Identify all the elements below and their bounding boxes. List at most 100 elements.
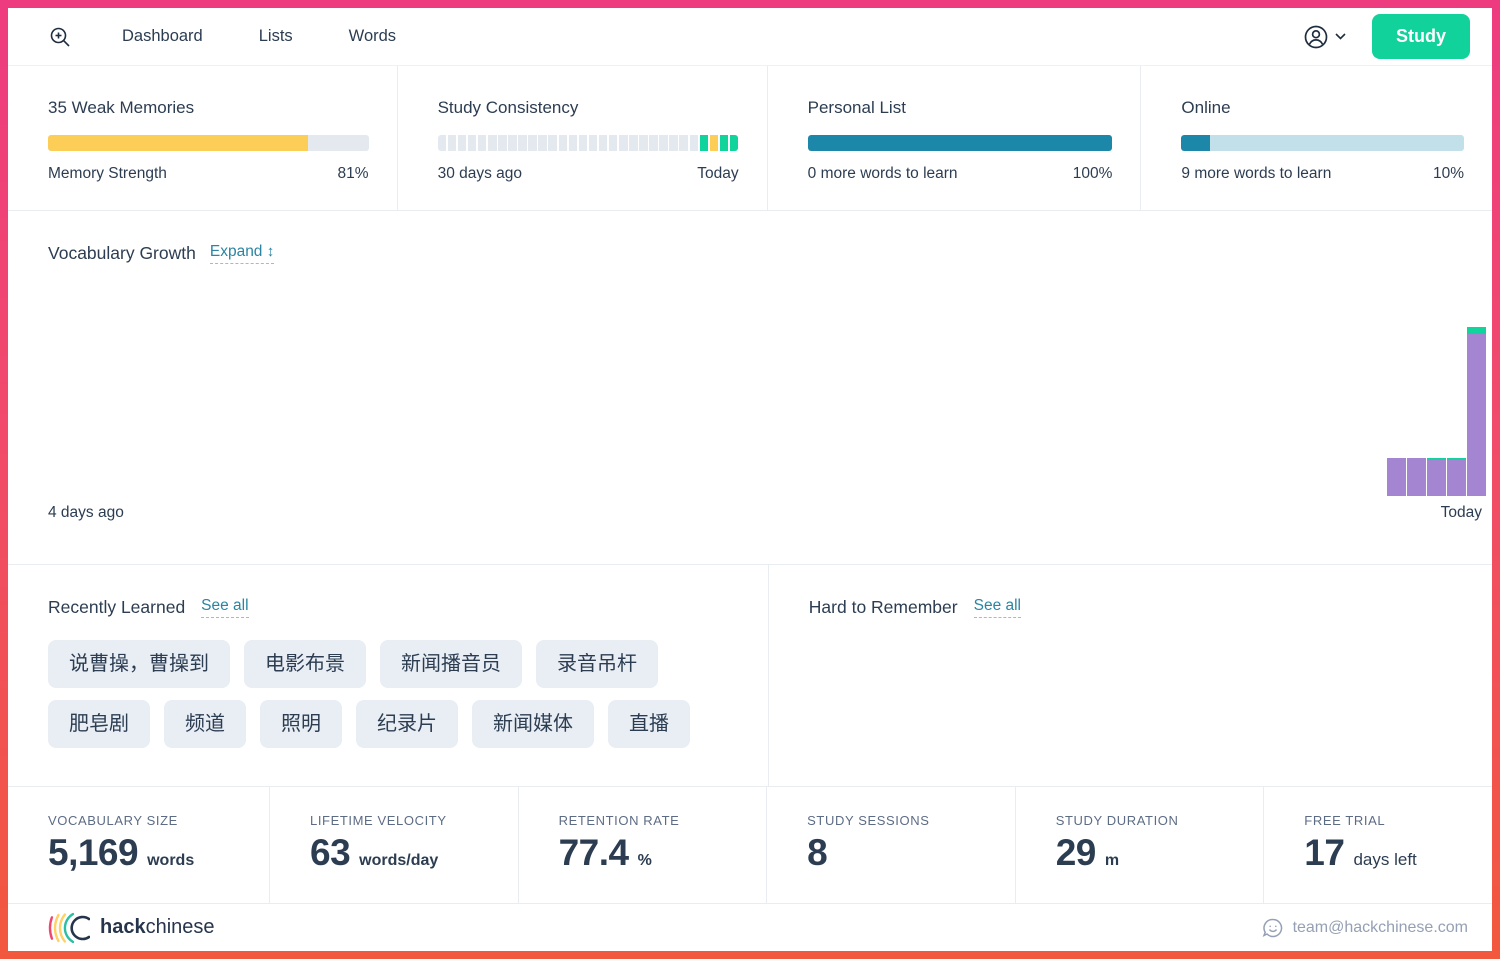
card-study-consistency: Study Consistency 30 days ago Today (397, 66, 767, 210)
word-chip[interactable]: 新闻播音员 (380, 640, 522, 688)
stat-lifetime-velocity: LIFETIME VELOCITY 63 words/day (269, 787, 518, 903)
consistency-segment-gray (579, 135, 588, 151)
expand-link[interactable]: Expand ↕ (210, 243, 274, 264)
support-email-link[interactable]: team@hackchinese.com (1293, 919, 1468, 937)
consistency-segment-gray (669, 135, 678, 151)
hackchinese-logo[interactable]: hackchinese (48, 909, 215, 947)
top-nav: Dashboard Lists Words Study (8, 8, 1492, 66)
word-chip[interactable]: 照明 (260, 700, 342, 748)
stat-unit: days left (1353, 850, 1416, 870)
word-chip[interactable]: 说曹操，曹操到 (48, 640, 230, 688)
dashboard-page: DashboardListsWords Study 35 Weak (8, 8, 1492, 951)
page-border: DashboardListsWords Study 35 Weak (0, 0, 1500, 959)
consistency-segment-gray (619, 135, 628, 151)
hard-to-remember-see-all-link[interactable]: See all (974, 597, 1021, 618)
memory-strength-fill (48, 135, 308, 151)
consistency-segment-gray (508, 135, 517, 151)
stat-label: RETENTION RATE (559, 813, 757, 828)
hard-to-remember-title: Hard to Remember (809, 597, 958, 618)
card-title: Online (1181, 98, 1464, 118)
recently-learned-see-all-link[interactable]: See all (201, 597, 248, 618)
card-foot-right: 10% (1433, 165, 1464, 183)
word-chip[interactable]: 电影布景 (244, 640, 366, 688)
card-online: Online 9 more words to learn 10% (1140, 66, 1492, 210)
stat-label: VOCABULARY SIZE (48, 813, 259, 828)
consistency-segment-gray (690, 135, 699, 151)
nav-item-words[interactable]: Words (349, 27, 396, 46)
growth-bar (1387, 458, 1406, 496)
recently-learned-chips: 说曹操，曹操到电影布景新闻播音员录音吊杆肥皂剧频道照明纪录片新闻媒体直播 (48, 640, 740, 748)
hard-to-remember-section: Hard to Remember See all (768, 565, 1492, 786)
word-chip[interactable]: 肥皂剧 (48, 700, 150, 748)
stat-unit: % (638, 852, 652, 870)
expand-updown-icon: ↕ (267, 243, 275, 260)
stat-value: 8 (807, 832, 827, 874)
card-title: Personal List (808, 98, 1113, 118)
nav-item-lists[interactable]: Lists (259, 27, 293, 46)
vocabulary-growth-title: Vocabulary Growth (48, 243, 196, 264)
personal-list-fill (808, 135, 1113, 151)
search-zoom-icon[interactable] (48, 24, 74, 50)
card-foot-left: 0 more words to learn (808, 165, 958, 183)
smiley-chat-bubble-icon (1262, 917, 1284, 939)
user-circle-icon (1303, 24, 1329, 50)
online-bar (1181, 135, 1464, 151)
word-chip[interactable]: 录音吊杆 (536, 640, 658, 688)
card-weak-memories: 35 Weak Memories Memory Strength 81% (8, 66, 397, 210)
consistency-segment-gray (679, 135, 688, 151)
nav-items: Dashboard Lists Words (122, 27, 396, 46)
personal-list-bar (808, 135, 1113, 151)
growth-bar (1467, 327, 1486, 496)
word-chip[interactable]: 新闻媒体 (472, 700, 594, 748)
user-menu[interactable] (1303, 24, 1346, 50)
stat-unit: words/day (359, 852, 438, 870)
consistency-segment-gray (629, 135, 638, 151)
stat-unit: m (1105, 852, 1119, 870)
stat-study-duration: STUDY DURATION 29 m (1015, 787, 1264, 903)
card-title: Study Consistency (438, 98, 739, 118)
growth-bar (1447, 458, 1466, 496)
chart-right-label: Today (1441, 504, 1482, 522)
stat-vocabulary-size: VOCABULARY SIZE 5,169 words (8, 787, 269, 903)
word-lists-row: Recently Learned See all 说曹操，曹操到电影布景新闻播音… (8, 565, 1492, 787)
stat-label: LIFETIME VELOCITY (310, 813, 508, 828)
stat-free-trial: FREE TRIAL 17 days left (1263, 787, 1492, 903)
vocabulary-growth-chart (1387, 327, 1486, 496)
memory-strength-bar (48, 135, 369, 151)
nav-right: Study (1303, 14, 1470, 59)
consistency-segment-gray (659, 135, 668, 151)
consistency-segment-green (730, 135, 739, 151)
card-foot-right: Today (697, 165, 738, 183)
nav-item-dashboard[interactable]: Dashboard (122, 27, 203, 46)
stat-value: 63 (310, 832, 350, 874)
stat-study-sessions: STUDY SESSIONS 8 (766, 787, 1015, 903)
card-foot-right: 81% (338, 165, 369, 183)
card-foot-right: 100% (1073, 165, 1113, 183)
consistency-segment-gray (488, 135, 497, 151)
stat-value: 17 (1304, 832, 1344, 874)
chart-left-label: 4 days ago (48, 504, 124, 522)
consistency-segment-gray (548, 135, 557, 151)
growth-bar (1427, 458, 1446, 496)
stat-label: STUDY SESSIONS (807, 813, 1005, 828)
consistency-segment-gray (438, 135, 447, 151)
stat-value: 5,169 (48, 832, 138, 874)
stat-label: FREE TRIAL (1304, 813, 1482, 828)
card-foot-left: Memory Strength (48, 165, 167, 183)
word-chip[interactable]: 直播 (608, 700, 690, 748)
vocabulary-growth-section: Vocabulary Growth Expand ↕ 4 days ago To… (8, 211, 1492, 565)
consistency-segment-gray (528, 135, 537, 151)
summary-stats-row: VOCABULARY SIZE 5,169 words LIFETIME VEL… (8, 787, 1492, 903)
stat-value: 29 (1056, 832, 1096, 874)
word-chip[interactable]: 频道 (164, 700, 246, 748)
stat-label: STUDY DURATION (1056, 813, 1254, 828)
consistency-segment-gray (589, 135, 598, 151)
word-chip[interactable]: 纪录片 (356, 700, 458, 748)
chevron-down-icon (1335, 33, 1346, 40)
consistency-segment-gray (448, 135, 457, 151)
consistency-segment-green (700, 135, 709, 151)
consistency-segment-yellow (710, 135, 719, 151)
study-button[interactable]: Study (1372, 14, 1470, 59)
brand-text: hackchinese (100, 916, 215, 939)
stat-value: 77.4 (559, 832, 629, 874)
